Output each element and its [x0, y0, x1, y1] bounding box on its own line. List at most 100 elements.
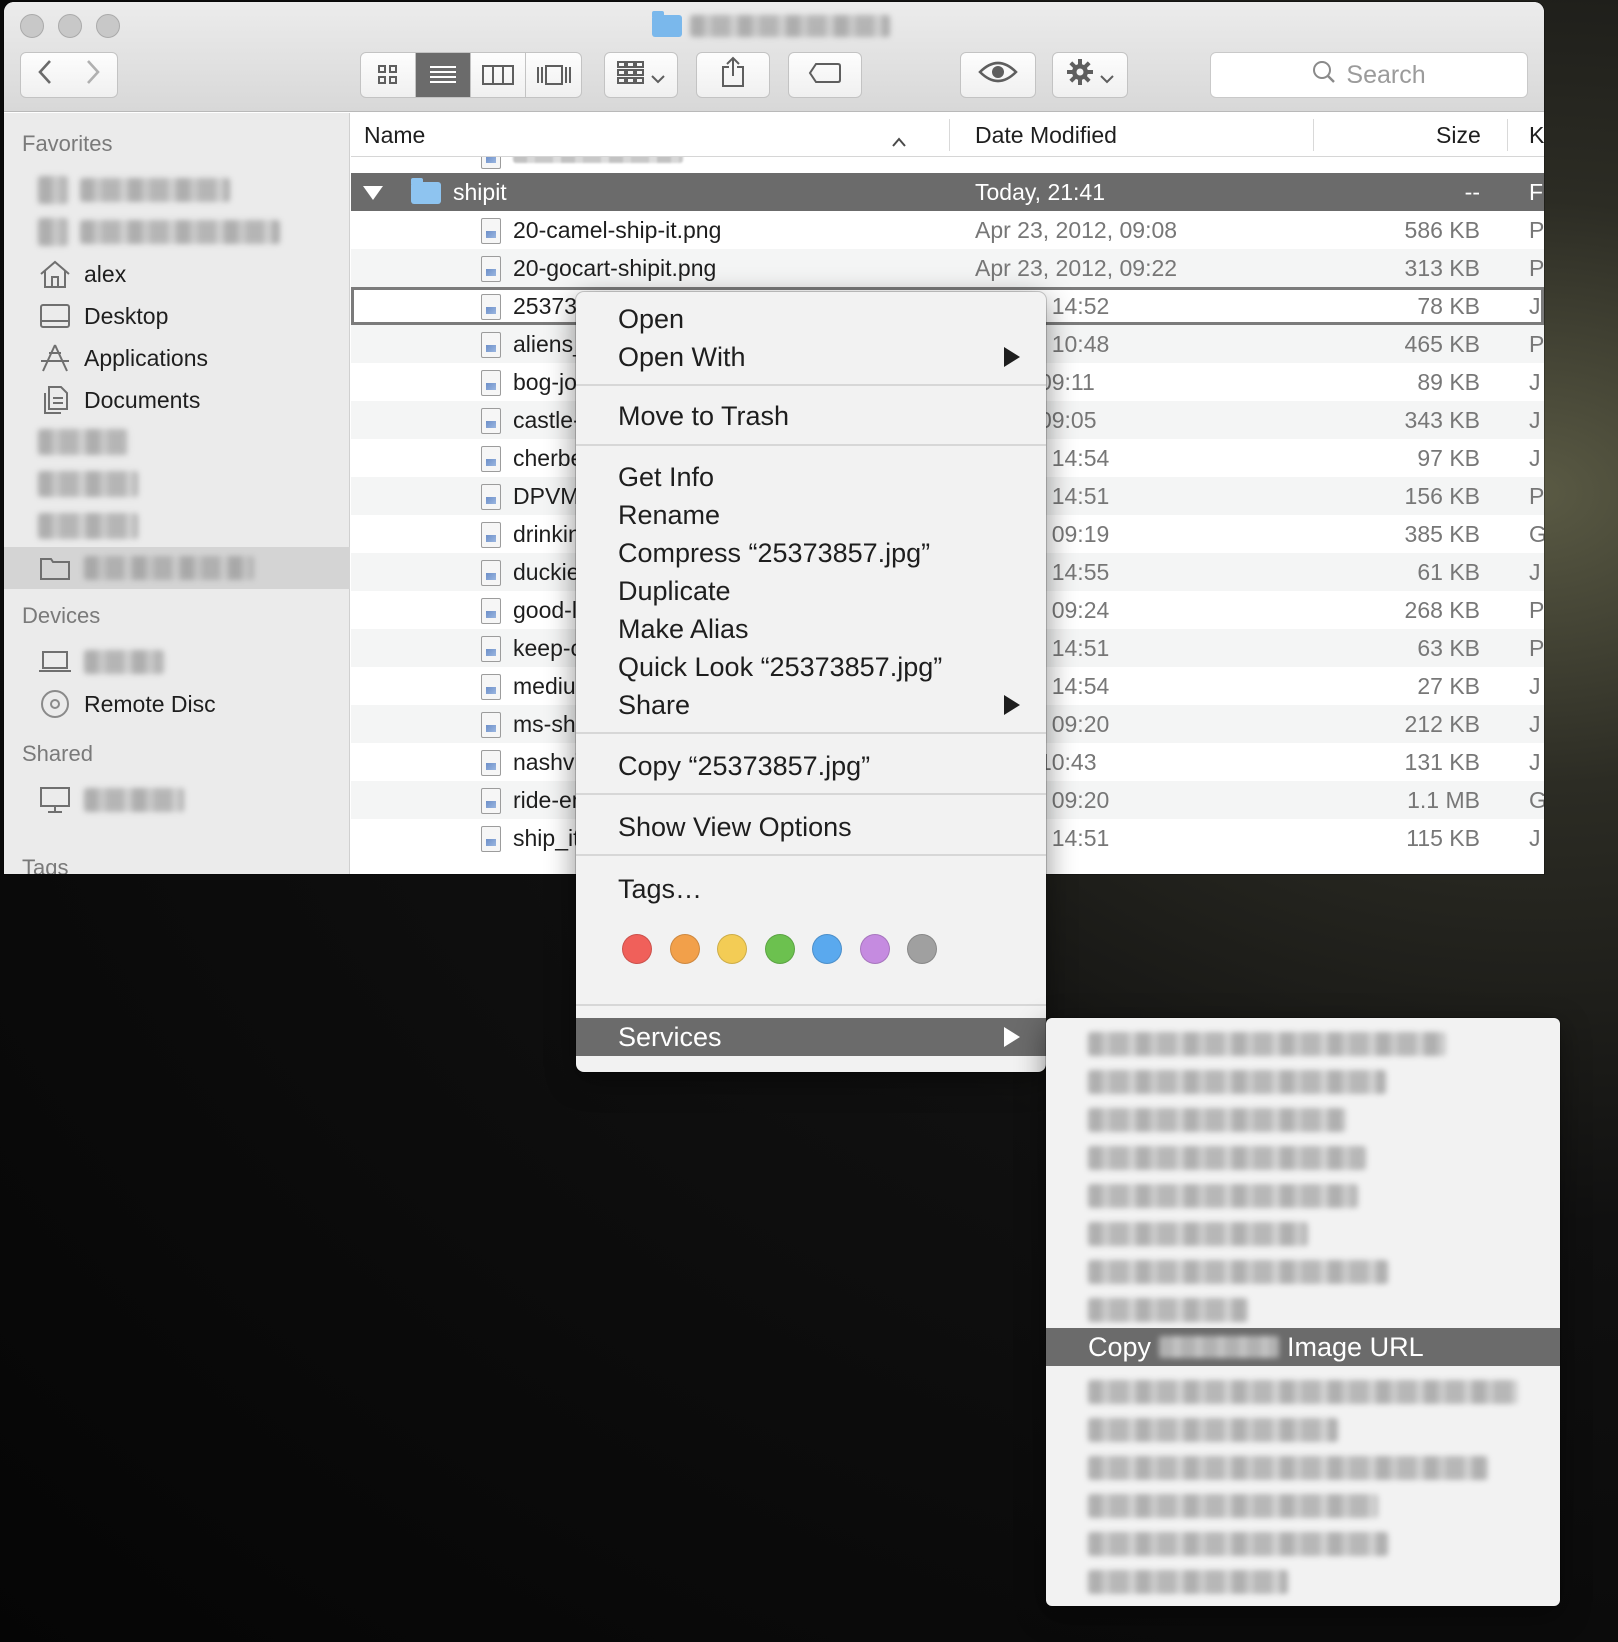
column-view-icon[interactable]	[471, 53, 526, 97]
file-size: 97 KB	[1417, 445, 1480, 471]
menu-item-label-prefix: Copy	[1088, 1331, 1152, 1362]
tag-color-dot[interactable]	[764, 934, 795, 964]
menu-item-show-view-options[interactable]: Show View Options	[576, 808, 1046, 846]
menu-item-share[interactable]: Share	[576, 686, 1046, 724]
blurred-service-item[interactable]	[1088, 1260, 1388, 1284]
disclosure-triangle-icon[interactable]	[363, 185, 383, 200]
sidebar-item-applications[interactable]: Applications	[4, 337, 350, 379]
image-file-icon	[481, 787, 501, 814]
table-row[interactable]: 20-camel-ship-it.png Apr 23, 2012, 09:08 5…	[351, 211, 1544, 249]
menu-item-quick-look[interactable]: Quick Look “25373857.jpg”	[576, 648, 1046, 686]
menu-item-open[interactable]: Open	[576, 300, 1046, 338]
shared-heading: Shared	[22, 741, 93, 766]
sidebar-item-desktop[interactable]: Desktop	[4, 295, 350, 337]
sidebar-item-blurred-2[interactable]	[4, 211, 350, 253]
quick-look-button[interactable]	[960, 52, 1036, 98]
menu-item-label: Open With	[618, 341, 746, 372]
blurred-service-item[interactable]	[1088, 1184, 1358, 1208]
sidebar-item-home[interactable]: alex	[4, 253, 350, 295]
blurred-label	[84, 556, 254, 580]
column-size[interactable]: Size	[1436, 122, 1481, 149]
folder-row-shipit[interactable]: shipit Today, 21:41 -- F	[351, 173, 1544, 211]
window-title-text	[690, 15, 890, 37]
sidebar-item-documents[interactable]: Documents	[4, 379, 350, 421]
tag-color-dot[interactable]	[907, 934, 937, 964]
blurred-label	[38, 471, 138, 497]
tag-color-dot[interactable]	[622, 934, 652, 964]
close-window-button[interactable]	[20, 14, 44, 38]
file-kind: J	[1529, 369, 1541, 395]
action-button[interactable]	[1052, 52, 1128, 98]
sidebar-item-blurred-5[interactable]	[4, 505, 350, 547]
list-view-icon[interactable]	[416, 53, 471, 97]
blurred-service-item[interactable]	[1088, 1418, 1338, 1442]
minimize-window-button[interactable]	[58, 14, 82, 38]
blurred-service-item[interactable]	[1088, 1380, 1518, 1404]
file-date: Apr 23, 2012, 09:08	[975, 217, 1178, 243]
image-file-icon	[481, 635, 501, 662]
blurred-service-item[interactable]	[1088, 1494, 1378, 1518]
menu-item-make-alias[interactable]: Make Alias	[576, 610, 1046, 648]
menu-item-duplicate[interactable]: Duplicate	[576, 572, 1046, 610]
sidebar-item-blurred-4[interactable]	[4, 463, 350, 505]
blurred-service-item[interactable]	[1088, 1532, 1388, 1556]
tags-heading: Tags	[22, 855, 69, 874]
search-field[interactable]: Search	[1210, 52, 1528, 98]
file-size: 586 KB	[1404, 217, 1480, 243]
column-name[interactable]: Name	[364, 122, 425, 149]
monitor-icon	[38, 785, 72, 815]
tag-color-dot[interactable]	[859, 934, 890, 964]
image-file-icon	[481, 217, 501, 244]
icon-view-icon[interactable]	[361, 53, 416, 97]
menu-item-services[interactable]: Services	[576, 1018, 1046, 1056]
blurred-service-item[interactable]	[1088, 1032, 1446, 1056]
blurred-service-item[interactable]	[1088, 1108, 1346, 1132]
menu-item-copy[interactable]: Copy “25373857.jpg”	[576, 747, 1046, 785]
menu-item-open-with[interactable]: Open With	[576, 338, 1046, 376]
tag-color-dot[interactable]	[812, 934, 842, 964]
file-name: 20-camel-ship-it.png	[513, 217, 722, 243]
share-button[interactable]	[696, 52, 770, 98]
menu-item-get-info[interactable]: Get Info	[576, 458, 1046, 496]
submenu-arrow-icon	[1004, 347, 1020, 367]
blurred-service-item[interactable]	[1088, 1298, 1248, 1322]
file-size: 1.1 MB	[1407, 787, 1480, 813]
arrange-button[interactable]	[604, 52, 678, 98]
sidebar-item-blurred-3[interactable]	[4, 421, 350, 463]
blurred-service-item[interactable]	[1088, 1456, 1488, 1480]
menu-item-copy-image-url[interactable]: Copy Image URL	[1046, 1328, 1560, 1366]
blurred-label	[38, 513, 138, 539]
folder-icon	[652, 11, 682, 37]
column-kind[interactable]: K	[1529, 122, 1544, 149]
file-size: 61 KB	[1417, 559, 1480, 585]
column-date-modified[interactable]: Date Modified	[975, 122, 1117, 149]
sidebar-item-blurred-1[interactable]	[4, 169, 350, 211]
blurred-service-item[interactable]	[1088, 1146, 1366, 1170]
submenu-arrow-icon	[1004, 695, 1020, 715]
chevron-left-icon[interactable]	[37, 59, 53, 92]
menu-item-tags[interactable]: Tags…	[576, 870, 1046, 908]
share-icon	[721, 56, 745, 95]
sidebar-item-shared[interactable]	[4, 779, 350, 821]
image-file-icon	[481, 559, 501, 586]
menu-item-move-to-trash[interactable]: Move to Trash	[576, 397, 1046, 435]
tag-color-dot[interactable]	[717, 934, 747, 964]
tags-button[interactable]	[788, 52, 862, 98]
file-size: 268 KB	[1404, 597, 1480, 623]
blurred-service-item[interactable]	[1088, 1222, 1308, 1246]
file-size: 156 KB	[1404, 483, 1480, 509]
tag-color-dot[interactable]	[669, 934, 700, 964]
sidebar-item-remote-disc[interactable]: Remote Disc	[4, 683, 350, 725]
chevron-right-icon[interactable]	[85, 59, 101, 92]
image-file-icon	[481, 749, 501, 776]
sidebar-item-current-folder[interactable]	[4, 547, 350, 589]
menu-item-rename[interactable]: Rename	[576, 496, 1046, 534]
file-kind: G	[1529, 521, 1544, 547]
zoom-window-button[interactable]	[96, 14, 120, 38]
blurred-service-item[interactable]	[1088, 1070, 1386, 1094]
blurred-service-item[interactable]	[1088, 1570, 1288, 1594]
sidebar-item-device[interactable]	[4, 641, 350, 683]
table-row[interactable]: 20-gocart-shipit.png Apr 23, 2012, 09:22 3…	[351, 249, 1544, 287]
cover-flow-icon[interactable]	[526, 53, 581, 97]
menu-item-compress[interactable]: Compress “25373857.jpg”	[576, 534, 1046, 572]
